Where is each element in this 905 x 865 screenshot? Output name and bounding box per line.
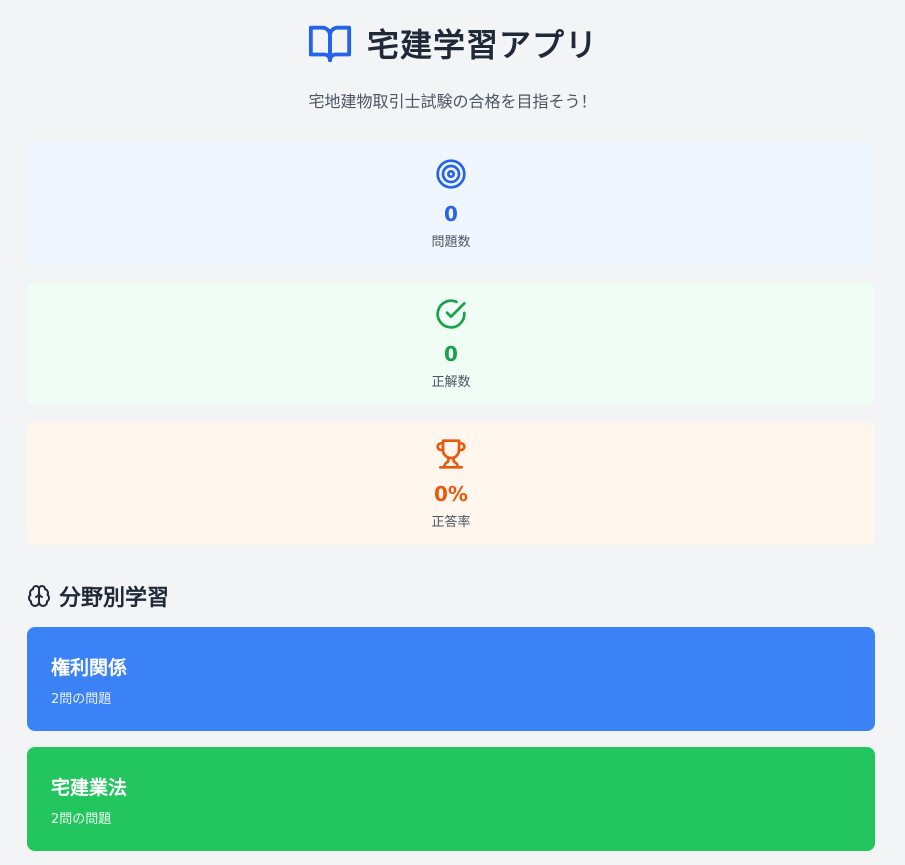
category-card-business-law[interactable]: 宅建業法 2問の問題 <box>27 747 875 851</box>
stat-value-correct: 0 <box>444 342 458 366</box>
app-header: 宅建学習アプリ 宅地建物取引士試験の合格を目指そう！ <box>0 20 905 112</box>
title-row: 宅建学習アプリ <box>0 20 905 66</box>
category-name: 権利関係 <box>51 657 128 679</box>
stat-card-questions: 0 問題数 <box>27 142 875 265</box>
stat-label-questions: 問題数 <box>431 235 471 250</box>
section-heading: 分野別学習 <box>27 580 169 612</box>
brain-icon <box>28 585 50 607</box>
stat-label-correct: 正解数 <box>431 375 471 390</box>
stat-value-questions: 0 <box>444 202 458 226</box>
category-question-count: 2問の問題 <box>51 812 112 827</box>
book-open-icon <box>308 25 352 63</box>
stat-label-accuracy: 正答率 <box>431 515 471 530</box>
stat-card-accuracy: 0% 正答率 <box>27 422 875 545</box>
app-subtitle: 宅地建物取引士試験の合格を目指そう！ <box>308 92 597 111</box>
target-icon <box>436 159 466 189</box>
stat-value-accuracy: 0% <box>434 482 468 506</box>
section-title: 分野別学習 <box>59 586 170 611</box>
category-name: 宅建業法 <box>51 777 128 799</box>
trophy-icon <box>436 439 466 469</box>
stat-card-correct: 0 正解数 <box>27 282 875 405</box>
check-circle-icon <box>436 299 466 329</box>
category-card-rights[interactable]: 権利関係 2問の問題 <box>27 627 875 731</box>
category-question-count: 2問の問題 <box>51 692 112 707</box>
app-title: 宅建学習アプリ <box>366 26 598 64</box>
